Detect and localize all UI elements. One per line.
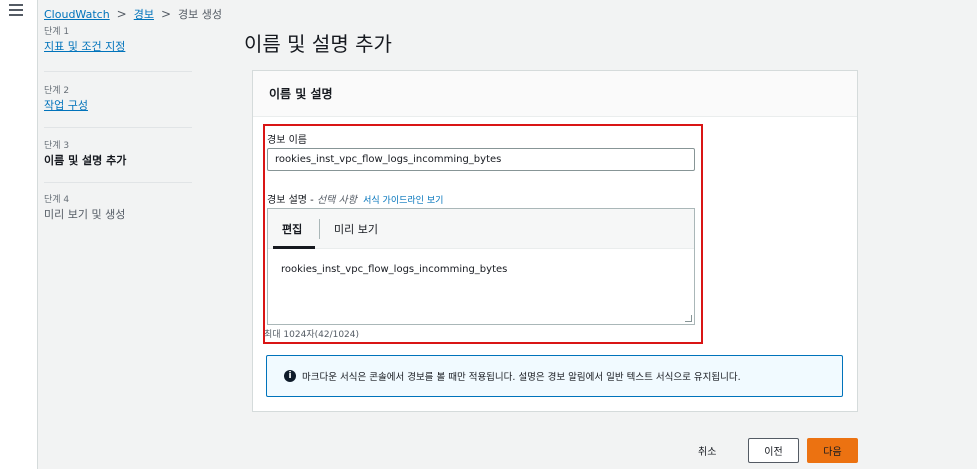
step-number: 단계 3: [44, 141, 70, 151]
info-text: 마크다운 서식은 콘솔에서 경보를 볼 때만 적용됩니다. 설명은 경보 알림에…: [302, 372, 741, 383]
description-textarea[interactable]: rookies_inst_vpc_flow_logs_incomming_byt…: [281, 264, 507, 275]
step-link[interactable]: 작업 구성: [44, 98, 194, 114]
step-1: 단계 1 지표 및 조건 지정: [44, 26, 194, 55]
cancel-button[interactable]: 취소: [698, 443, 716, 458]
step-2: 단계 2 작업 구성: [44, 85, 194, 114]
nav-rail: [0, 0, 38, 469]
info-alert: i 마크다운 서식은 콘솔에서 경보를 볼 때만 적용됩니다. 설명은 경보 알…: [266, 355, 843, 397]
alarm-description-label: 경보 설명 - 선택 사항 서식 가이드라인 보기: [267, 191, 443, 206]
optional-text: 선택 사항: [316, 195, 357, 206]
chevron-right-icon: >: [116, 7, 127, 21]
resize-handle-icon[interactable]: [685, 315, 692, 322]
previous-button[interactable]: 이전: [748, 438, 799, 463]
breadcrumb-cloudwatch[interactable]: CloudWatch: [44, 8, 110, 21]
active-tab-indicator: [273, 246, 315, 249]
step-link[interactable]: 지표 및 조건 지정: [44, 39, 194, 55]
menu-icon[interactable]: [9, 4, 23, 16]
next-button[interactable]: 다음: [807, 438, 858, 463]
step-4: 단계 4 미리 보기 및 생성: [44, 194, 194, 223]
step-label: 미리 보기 및 생성: [44, 208, 126, 221]
chevron-right-icon: >: [160, 7, 172, 21]
step-current: 이름 및 설명 추가: [44, 154, 127, 167]
step-3: 단계 3 이름 및 설명 추가: [44, 140, 194, 169]
step-number: 단계 4: [44, 195, 70, 205]
tab-preview[interactable]: 미리 보기: [334, 221, 378, 237]
info-icon: i: [284, 370, 296, 382]
alarm-name-input[interactable]: [267, 148, 695, 171]
step-number: 단계 2: [44, 86, 70, 96]
breadcrumb-current: 경보 생성: [178, 8, 223, 21]
desc-label-text: 경보 설명 -: [267, 195, 314, 206]
format-guide-link[interactable]: 서식 가이드라인 보기: [363, 196, 443, 206]
wizard-steps: 단계 1 지표 및 조건 지정 단계 2 작업 구성 단계 3 이름 및 설명 …: [44, 26, 194, 223]
description-editor: 편집 미리 보기 rookies_inst_vpc_flow_logs_inco…: [267, 208, 695, 325]
step-divider: [44, 127, 192, 128]
page-title: 이름 및 설명 추가: [244, 32, 392, 56]
breadcrumb-alarms[interactable]: 경보: [134, 6, 154, 22]
editor-tabs: 편집 미리 보기: [268, 209, 694, 249]
breadcrumb: CloudWatch > 경보 > 경보 생성: [44, 6, 222, 22]
step-divider: [44, 182, 192, 183]
step-divider: [44, 71, 192, 72]
alarm-name-label: 경보 이름: [267, 135, 307, 146]
character-counter: 최대 1024자(42/1024): [264, 330, 360, 340]
step-number: 단계 1: [44, 27, 70, 37]
tab-edit[interactable]: 편집: [282, 221, 302, 237]
card-header: 이름 및 설명: [253, 71, 857, 117]
tab-divider: [319, 219, 320, 239]
